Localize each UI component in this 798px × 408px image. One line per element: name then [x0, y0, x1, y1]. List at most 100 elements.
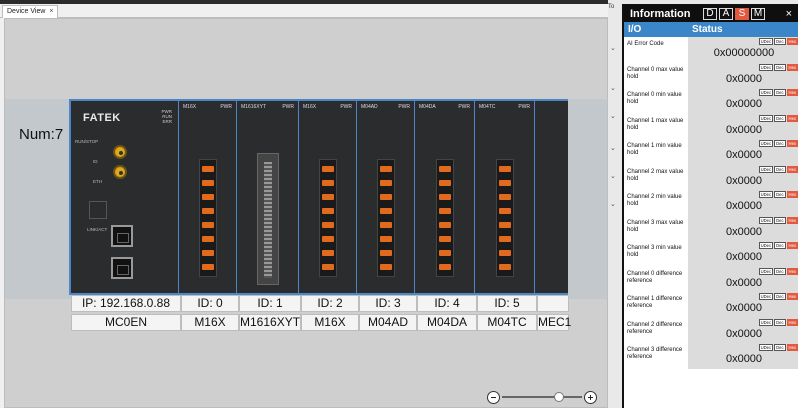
status-row: Channel 2 difference reference UDec Dec Hex…: [624, 317, 798, 343]
format-tag[interactable]: UDec: [758, 63, 774, 71]
format-tag[interactable]: Dec: [774, 242, 786, 249]
format-tag[interactable]: Dec: [774, 63, 786, 71]
status-value-cell[interactable]: UDec Dec Hex 0x0000: [688, 266, 798, 292]
chevron-down-icon[interactable]: ⌄: [610, 144, 622, 154]
status-value-cell[interactable]: UDec Dec Hex 0x0000: [688, 62, 798, 88]
format-tag[interactable]: UDec: [758, 318, 774, 326]
format-tag[interactable]: Hex: [786, 89, 798, 96]
status-value-cell[interactable]: UDec Dec Hex 0x0000: [688, 164, 798, 190]
status-row-label: Channel 1 difference reference: [624, 292, 688, 318]
format-tag[interactable]: Dec: [774, 114, 786, 122]
status-value-cell[interactable]: UDec Dec Hex 0x0000: [688, 292, 798, 318]
module-m04ad[interactable]: M04AD PWR: [357, 101, 415, 293]
status-value-cell[interactable]: UDec Dec Hex 0x00000000: [688, 37, 798, 63]
format-tag[interactable]: Dec: [774, 38, 786, 45]
format-tag[interactable]: Hex: [786, 63, 798, 71]
module-m16x-2[interactable]: M16X PWR: [299, 101, 357, 293]
format-tag[interactable]: UDec: [758, 344, 774, 351]
mode-button-a[interactable]: A: [719, 8, 733, 20]
format-tag[interactable]: UDec: [758, 165, 774, 173]
tab-bar: Device View ×: [0, 4, 608, 18]
chevron-down-icon[interactable]: ⌄: [610, 112, 622, 122]
zoom-in-icon[interactable]: [584, 390, 597, 404]
status-row-label: Channel 0 max value hold: [624, 62, 688, 88]
format-tag[interactable]: Dec: [774, 344, 786, 351]
terminal-block: [318, 159, 337, 277]
panel-column-header: I/O Status: [624, 22, 798, 37]
format-tags: UDec Dec Hex: [758, 140, 798, 147]
format-tag[interactable]: Dec: [774, 191, 786, 198]
format-tag[interactable]: Dec: [774, 216, 786, 224]
status-row: Channel 2 max value hold UDec Dec Hex 0x0000: [624, 164, 798, 190]
module-m04tc[interactable]: M04TC PWR: [475, 101, 535, 293]
format-tag[interactable]: UDec: [758, 293, 774, 300]
ethernet-port-icon: [111, 225, 133, 247]
format-tag[interactable]: Hex: [786, 165, 798, 173]
status-value-cell[interactable]: UDec Dec Hex 0x0000: [688, 343, 798, 369]
run-stop-dial-icon[interactable]: [113, 145, 127, 159]
tab-device-view[interactable]: Device View ×: [2, 5, 59, 18]
mode-button-s[interactable]: S: [735, 8, 749, 20]
chevron-down-icon[interactable]: ⌄: [610, 172, 622, 182]
format-tag[interactable]: Hex: [786, 318, 798, 326]
format-tag[interactable]: Dec: [774, 267, 786, 275]
zoom-control[interactable]: [487, 389, 603, 405]
format-tag[interactable]: UDec: [758, 242, 774, 249]
format-tag[interactable]: Dec: [774, 89, 786, 96]
format-tag[interactable]: Hex: [786, 38, 798, 45]
format-tag[interactable]: Dec: [774, 318, 786, 326]
status-value-cell[interactable]: UDec Dec Hex 0x0000: [688, 88, 798, 114]
ethernet-port-2-icon: [111, 257, 133, 279]
format-tag[interactable]: UDec: [758, 267, 774, 275]
format-tag[interactable]: Hex: [786, 344, 798, 351]
status-row-label: AI Error Code: [624, 37, 688, 63]
id-dial-icon[interactable]: [113, 165, 127, 179]
mode-button-m[interactable]: M: [751, 8, 765, 20]
chevron-down-icon[interactable]: ⌄: [610, 44, 622, 54]
format-tag[interactable]: Hex: [786, 267, 798, 275]
close-tab-icon[interactable]: ×: [49, 6, 53, 18]
format-tag[interactable]: Hex: [786, 216, 798, 224]
status-value-cell[interactable]: UDec Dec Hex 0x0000: [688, 190, 798, 216]
format-tag[interactable]: UDec: [758, 38, 774, 45]
format-tag[interactable]: Dec: [774, 165, 786, 173]
module-mec1[interactable]: [535, 101, 568, 293]
status-row: Channel 3 max value hold UDec Dec Hex 0x0000: [624, 215, 798, 241]
connector-icon: [256, 153, 279, 285]
status-value-cell[interactable]: UDec Dec Hex 0x0000: [688, 317, 798, 343]
status-value-cell[interactable]: UDec Dec Hex 0x0000: [688, 139, 798, 165]
format-tag[interactable]: Hex: [786, 242, 798, 249]
format-tag[interactable]: Dec: [774, 293, 786, 300]
format-tag[interactable]: UDec: [758, 216, 774, 224]
format-tag[interactable]: Hex: [786, 140, 798, 147]
zoom-slider-thumb[interactable]: [554, 392, 564, 402]
module-m16x-0[interactable]: M16X PWR: [179, 101, 237, 293]
status-value-cell[interactable]: UDec Dec Hex 0x0000: [688, 241, 798, 267]
format-tag[interactable]: UDec: [758, 191, 774, 198]
format-tags: UDec Dec Hex: [758, 165, 798, 173]
format-tag[interactable]: Hex: [786, 293, 798, 300]
terminal-block: [198, 159, 217, 277]
status-value-cell[interactable]: UDec Dec Hex 0x0000: [688, 215, 798, 241]
format-tag[interactable]: UDec: [758, 140, 774, 147]
module-m1616xyt[interactable]: M1616XYT PWR: [237, 101, 299, 293]
mode-button-d[interactable]: D: [703, 8, 717, 20]
chevron-down-icon[interactable]: ⌄: [610, 84, 622, 94]
device-canvas[interactable]: Num:7 FATEK PWR RUN ERR RUN/STOP ID ETH LI…: [4, 18, 609, 408]
brand-logo: FATEK: [83, 112, 121, 124]
format-tag[interactable]: Hex: [786, 191, 798, 198]
plc-rack[interactable]: FATEK PWR RUN ERR RUN/STOP ID ETH LINK/ACT…: [69, 99, 568, 295]
pwr-led: PWR: [518, 104, 530, 110]
format-tag[interactable]: Hex: [786, 114, 798, 122]
format-tag[interactable]: UDec: [758, 89, 774, 96]
zoom-out-icon[interactable]: [487, 390, 500, 404]
format-tag[interactable]: UDec: [758, 114, 774, 122]
module-m04da[interactable]: M04DA PWR: [415, 101, 475, 293]
status-value-cell[interactable]: UDec Dec Hex 0x0000: [688, 113, 798, 139]
status-value: 0x0000: [725, 123, 763, 136]
zoom-slider[interactable]: [502, 392, 582, 402]
close-panel-icon[interactable]: ×: [786, 8, 792, 20]
chevron-down-icon[interactable]: ⌄: [610, 200, 622, 210]
format-tag[interactable]: Dec: [774, 140, 786, 147]
cpu-module[interactable]: FATEK PWR RUN ERR RUN/STOP ID ETH LINK/ACT: [71, 101, 179, 293]
